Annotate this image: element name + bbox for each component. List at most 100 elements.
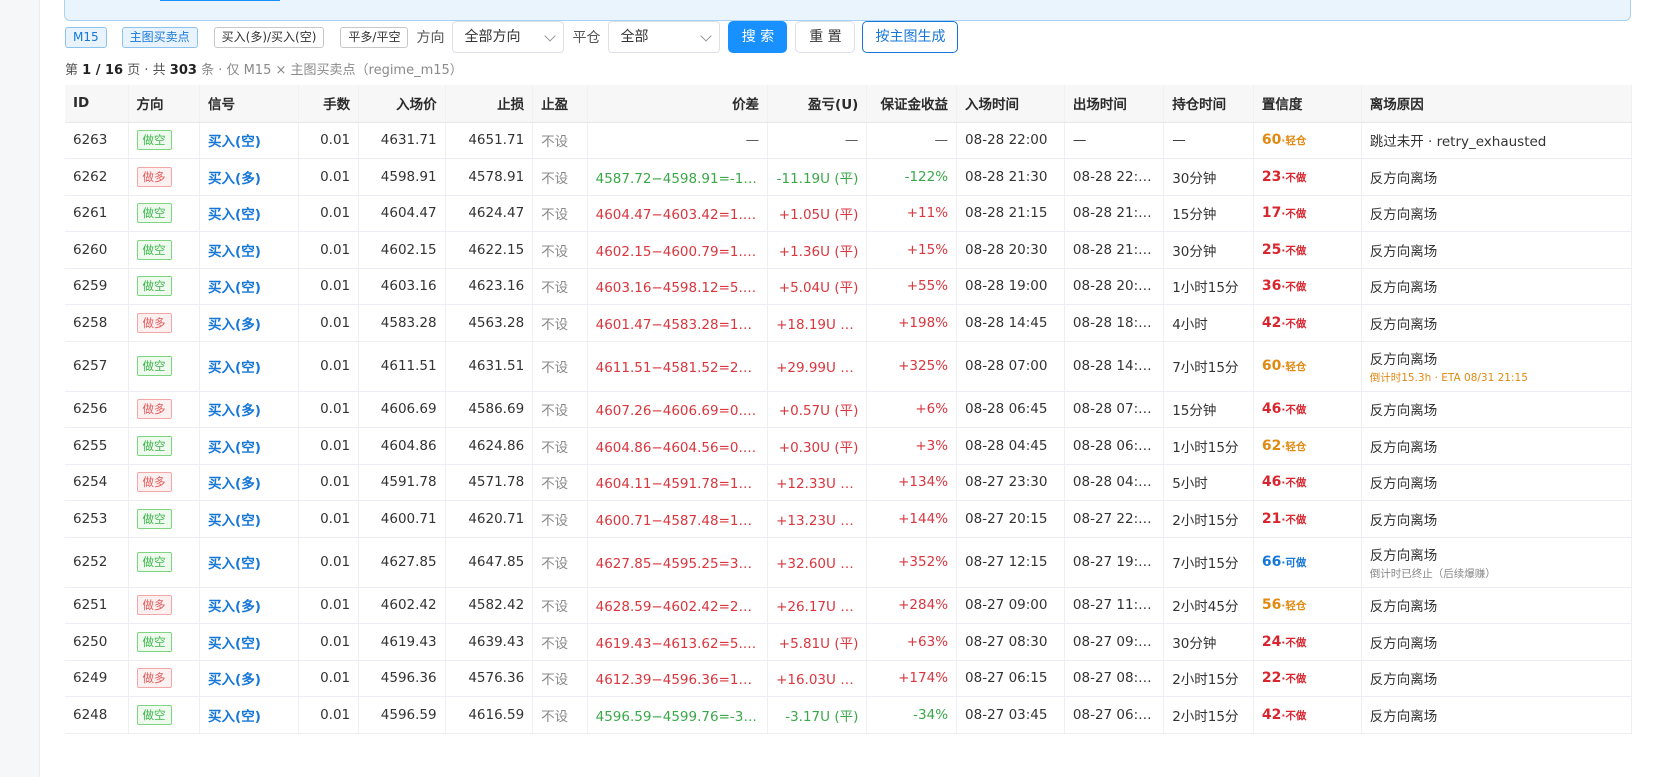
confidence-score: 46 <box>1261 401 1282 418</box>
table-row[interactable]: 6260 做空 买入(空) 0.01 4602.15 4622.15 不设 4602.15−4… <box>65 231 1633 269</box>
cell-margin-return: +134% <box>866 464 958 501</box>
table-row[interactable]: 6256 做多 买入(多) 0.01 4606.69 4586.69 不设 4607.26−4… <box>65 391 1633 428</box>
exit-reason-text: 反方向离场 <box>1369 439 1438 456</box>
table-row[interactable]: 6257 做空 买入(空) 0.01 4611.51 4631.51 不设 4611.51−4… <box>65 341 1633 392</box>
signal-link[interactable]: 买入(多) <box>208 171 261 187</box>
col-confidence[interactable]: 置信度 <box>1253 85 1362 123</box>
cell-entry-time: 08-28 22:00 <box>956 122 1065 159</box>
confidence-tag: ·不做 <box>1281 477 1307 490</box>
cell-stop-loss: 4616.59 <box>445 696 534 734</box>
close-select[interactable]: 全部 <box>608 21 721 53</box>
chip-m15[interactable]: M15 <box>65 26 107 48</box>
table-row[interactable]: 6249 做多 买入(多) 0.01 4596.36 4576.36 不设 4612.39−4… <box>65 660 1633 697</box>
table-row[interactable]: 6258 做多 买入(多) 0.01 4583.28 4563.28 不设 4601.47−4… <box>65 304 1633 342</box>
generate-from-main-chart-button[interactable]: 按主图生成 <box>862 21 959 53</box>
table-row[interactable]: 6255 做空 买入(空) 0.01 4604.86 4624.86 不设 4604.86−4… <box>65 427 1633 465</box>
col-lots[interactable]: 手数 <box>298 85 360 123</box>
cell-stop-loss: 4651.71 <box>445 122 534 159</box>
cell-exit-reason: 反方向离场 <box>1361 195 1633 232</box>
cell-exit-reason: 反方向离场 <box>1361 587 1633 624</box>
cell-direction: 做多 <box>128 158 201 196</box>
signal-link[interactable]: 买入(空) <box>208 244 261 260</box>
cell-signal: 买入(空) <box>199 231 300 269</box>
table-row[interactable]: 6262 做多 买入(多) 0.01 4598.91 4578.91 不设 4587.72−4… <box>65 158 1633 196</box>
pager-page: 1 / 16 <box>82 63 124 78</box>
signal-link[interactable]: 买入(空) <box>208 134 261 150</box>
signal-link[interactable]: 买入(空) <box>208 440 261 456</box>
cell-exit-time: 08-28 06:00 <box>1064 427 1165 465</box>
col-hold-time[interactable]: 持仓时间 <box>1163 85 1254 123</box>
confidence-badge: 23·不做 <box>1262 169 1306 185</box>
cell-take-profit: 不设 <box>532 427 588 465</box>
cell-exit-time: 08-28 04:30 <box>1064 464 1165 501</box>
cell-take-profit: 不设 <box>532 696 588 734</box>
signal-link[interactable]: 买入(多) <box>208 672 261 688</box>
direction-select[interactable]: 全部方向 <box>452 21 565 53</box>
pager-prefix: 第 <box>65 63 79 78</box>
chip-close-long-short[interactable]: 平多/平空 <box>340 26 409 48</box>
col-id[interactable]: ID <box>65 85 129 123</box>
signal-link[interactable]: 买入(空) <box>208 280 261 296</box>
table-row[interactable]: 6261 做空 买入(空) 0.01 4604.47 4624.47 不设 4604.47−4… <box>65 195 1633 232</box>
cell-price-diff: 4607.26−4606.69=0.57点 <box>587 391 769 428</box>
cell-price-diff: 4628.59−4602.42=26.17点 <box>587 587 769 624</box>
cell-lots: 0.01 <box>298 231 360 269</box>
signal-link[interactable]: 买入(空) <box>208 207 261 223</box>
table-row[interactable]: 6259 做空 买入(空) 0.01 4603.16 4623.16 不设 4603.16−4… <box>65 268 1633 305</box>
table-row[interactable]: 6253 做空 买入(空) 0.01 4600.71 4620.71 不设 4600.71−4… <box>65 500 1633 538</box>
chip-buy-long-short[interactable]: 买入(多)/买入(空) <box>213 26 325 48</box>
confidence-score: 17 <box>1261 205 1282 222</box>
signal-link[interactable]: 买入(多) <box>208 403 261 419</box>
signal-link[interactable]: 买入(空) <box>208 709 261 725</box>
table-row[interactable]: 6250 做空 买入(空) 0.01 4619.43 4639.43 不设 4619.43−4… <box>65 623 1633 661</box>
cell-entry-time: 08-28 06:45 <box>956 391 1065 428</box>
confidence-score: 56 <box>1261 597 1282 614</box>
signal-link[interactable]: 买入(空) <box>208 360 261 376</box>
reset-button[interactable]: 重 置 <box>795 21 856 53</box>
signal-link[interactable]: 买入(空) <box>208 513 261 529</box>
signal-link[interactable]: 买入(空) <box>208 556 261 572</box>
cell-direction: 做空 <box>128 500 201 538</box>
col-exit-reason[interactable]: 离场原因 <box>1361 85 1633 123</box>
exit-reason-text: 反方向离场 <box>1369 316 1438 333</box>
col-entry-time[interactable]: 入场时间 <box>956 85 1065 123</box>
col-take-profit[interactable]: 止盈 <box>532 85 588 123</box>
cell-exit-time: 08-28 22:00 <box>1064 158 1165 196</box>
cell-signal: 买入(多) <box>199 158 300 196</box>
signal-link[interactable]: 买入(多) <box>208 599 261 615</box>
table-row[interactable]: 6254 做多 买入(多) 0.01 4591.78 4571.78 不设 4604.11−4… <box>65 464 1633 501</box>
col-direction[interactable]: 方向 <box>128 85 201 123</box>
cell-lots: 0.01 <box>298 341 360 392</box>
cell-id: 6256 <box>65 391 129 428</box>
cell-margin-return: +284% <box>866 587 958 624</box>
cell-exit-reason: 反方向离场 <box>1361 231 1633 269</box>
col-entry-price[interactable]: 入场价 <box>358 85 446 123</box>
cell-hold-time: — <box>1163 122 1254 159</box>
col-margin-return[interactable]: 保证金收益 <box>866 85 958 123</box>
cell-margin-return: +144% <box>866 500 958 538</box>
table-row[interactable]: 6263 做空 买入(空) 0.01 4631.71 4651.71 不设 — — —08-28 … <box>65 122 1633 159</box>
col-pnl[interactable]: 盈亏(U) <box>767 85 868 123</box>
cell-id: 6250 <box>65 623 129 661</box>
table-row[interactable]: 6252 做空 买入(空) 0.01 4627.85 4647.85 不设 4627.85−4… <box>65 537 1633 588</box>
col-exit-time[interactable]: 出场时间 <box>1064 85 1165 123</box>
cell-entry-price: 4611.51 <box>358 341 446 392</box>
table-row[interactable]: 6248 做空 买入(空) 0.01 4596.59 4616.59 不设 4596.59−4… <box>65 696 1633 734</box>
cell-entry-price: 4606.69 <box>358 391 446 428</box>
signal-link[interactable]: 买入(多) <box>208 317 261 333</box>
chip-main-chart-signals[interactable]: 主图买卖点 <box>121 26 198 48</box>
confidence-score: 62 <box>1261 437 1282 454</box>
table-row[interactable]: 6251 做多 买入(多) 0.01 4602.42 4582.42 不设 4628.59−4… <box>65 587 1633 624</box>
col-signal[interactable]: 信号 <box>199 85 300 123</box>
confidence-badge: 21·不做 <box>1262 511 1306 527</box>
signal-link[interactable]: 买入(空) <box>208 636 261 652</box>
col-stop-loss[interactable]: 止损 <box>445 85 534 123</box>
search-button[interactable]: 搜 索 <box>728 21 788 53</box>
cell-stop-loss: 4624.86 <box>445 427 534 465</box>
trades-table: ID 方向 信号 手数 入场价 止损 止盈 价差 盈亏(U) 保证金收益 入场时… <box>65 85 1633 734</box>
col-price-diff[interactable]: 价差 <box>587 85 769 123</box>
confidence-score: 42 <box>1261 706 1282 723</box>
cell-margin-return: +352% <box>866 537 958 588</box>
signal-link[interactable]: 买入(多) <box>208 476 261 492</box>
pager-total: 303 <box>169 63 197 78</box>
